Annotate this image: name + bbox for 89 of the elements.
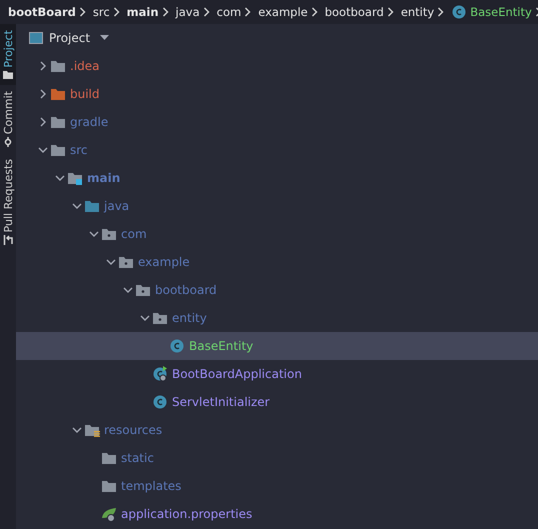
tree-row[interactable]: application.properties: [16, 500, 538, 528]
commit-icon: [3, 136, 13, 147]
tree-row[interactable]: main: [16, 164, 538, 192]
tree-row[interactable]: src: [16, 136, 538, 164]
tree-item-label: com: [121, 227, 147, 241]
tree-row[interactable]: BootBoardApplication: [16, 360, 538, 388]
tree-row[interactable]: entity: [16, 304, 538, 332]
tool-window-tab[interactable]: Project: [0, 24, 16, 85]
folder-icon: [50, 143, 66, 157]
tree-item-label: bootboard: [155, 283, 217, 297]
tree-item-label: java: [104, 199, 130, 213]
class-icon: [451, 4, 468, 20]
class-icon: [152, 394, 168, 410]
tree-row[interactable]: build: [16, 80, 538, 108]
chevron-right-icon: [202, 7, 210, 17]
chevron-down-icon[interactable]: [89, 229, 99, 239]
breadcrumb-item[interactable]: bootBoard: [8, 5, 76, 19]
panel-title: Project: [49, 31, 90, 45]
pull-request-icon: [3, 235, 13, 246]
source-folder-icon: [67, 171, 83, 185]
spring-properties-icon: [101, 506, 117, 522]
tree-item-label: resources: [104, 423, 162, 437]
breadcrumb-item[interactable]: entity: [400, 5, 434, 19]
chevron-right-icon: [244, 7, 252, 17]
dropdown-arrow-icon[interactable]: [100, 35, 110, 41]
breadcrumb-item[interactable]: src: [92, 5, 110, 19]
chevron-down-icon[interactable]: [72, 201, 82, 211]
chevron-down-icon[interactable]: [140, 313, 150, 323]
tree-row[interactable]: ServletInitializer: [16, 388, 538, 416]
tree-row[interactable]: static: [16, 444, 538, 472]
tree-row[interactable]: templates: [16, 472, 538, 500]
chevron-right-icon: [112, 7, 120, 17]
folder-icon: [50, 87, 66, 101]
tree-row[interactable]: bootboard: [16, 276, 538, 304]
breadcrumb-item[interactable]: example: [258, 5, 308, 19]
tree-row[interactable]: java: [16, 192, 538, 220]
tree-item-label: example: [138, 255, 190, 269]
chevron-right-icon: [437, 7, 444, 17]
chevron-down-icon[interactable]: [55, 173, 65, 183]
package-icon: [118, 255, 134, 269]
tree-item-label: .idea: [70, 59, 100, 73]
tool-window-tab[interactable]: Pull Requests: [0, 152, 16, 252]
tool-window-tab[interactable]: Commit: [0, 84, 16, 153]
tree-item-label: BootBoardApplication: [172, 367, 302, 381]
breadcrumb-item[interactable]: java: [176, 5, 200, 19]
chevron-right-icon: [78, 7, 86, 17]
tree-item-label: entity: [172, 311, 207, 325]
tree-item-label: src: [70, 143, 88, 157]
tree-row[interactable]: BaseEntity: [16, 332, 538, 360]
chevron-right-icon: [386, 7, 394, 17]
tree-item-label: static: [121, 451, 154, 465]
tree-row[interactable]: .idea: [16, 52, 538, 80]
chevron-right-icon[interactable]: [38, 61, 48, 71]
tree-item-label: BaseEntity: [189, 339, 254, 353]
tree-item-label: gradle: [70, 115, 108, 129]
folder-icon: [50, 115, 66, 129]
folder-icon: [84, 199, 100, 213]
window-icon: [29, 32, 43, 44]
folder-icon: [3, 70, 13, 79]
chevron-right-icon[interactable]: [38, 89, 48, 99]
chevron-right-icon: [310, 7, 318, 17]
breadcrumb-item[interactable]: main: [126, 5, 159, 19]
tree-row[interactable]: resources: [16, 416, 538, 444]
breadcrumb-item[interactable]: com: [216, 5, 242, 19]
chevron-down-icon[interactable]: [38, 145, 48, 155]
folder-icon: [101, 451, 117, 465]
tree-row[interactable]: gradle: [16, 108, 538, 136]
chevron-right-icon: [162, 7, 169, 17]
tree-row[interactable]: com: [16, 220, 538, 248]
tree-item-label: application.properties: [121, 507, 252, 521]
class-icon: [169, 338, 185, 354]
chevron-down-icon[interactable]: [106, 257, 116, 267]
breadcrumb-item[interactable]: BaseEntity: [470, 5, 532, 19]
tree-item-label: templates: [121, 479, 182, 493]
folder-icon: [50, 59, 66, 73]
tree-item-label: build: [70, 87, 100, 101]
package-icon: [135, 283, 151, 297]
tree-row[interactable]: example: [16, 248, 538, 276]
resources-folder-icon: [84, 423, 100, 437]
breadcrumb-item[interactable]: bootboard: [324, 5, 384, 19]
package-icon: [152, 311, 168, 325]
chevron-right-icon[interactable]: [38, 117, 48, 127]
tree-item-label: main: [87, 171, 120, 185]
class-run-icon: [152, 366, 168, 382]
chevron-down-icon[interactable]: [123, 285, 133, 295]
chevron-down-icon[interactable]: [72, 425, 82, 435]
package-icon: [101, 227, 117, 241]
folder-icon: [101, 479, 117, 493]
tree-item-label: ServletInitializer: [172, 395, 270, 409]
